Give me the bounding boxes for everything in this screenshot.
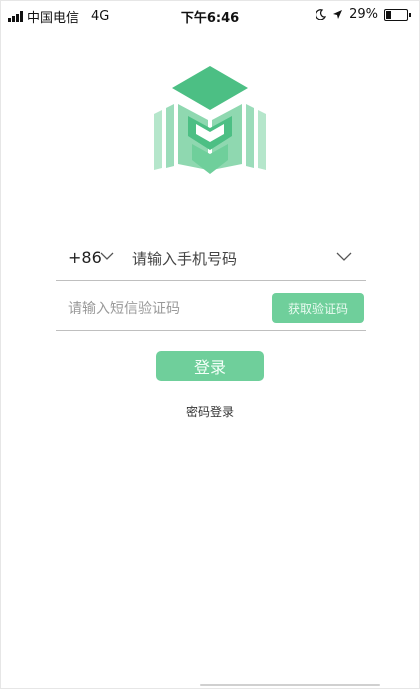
code-row: 获取验证码 xyxy=(56,287,366,331)
battery-fill xyxy=(386,10,391,19)
status-right: 29% xyxy=(316,7,411,22)
home-indicator xyxy=(200,684,380,686)
login-button[interactable]: 登录 xyxy=(156,351,264,381)
location-icon xyxy=(333,10,343,19)
phone-row: +86 xyxy=(56,240,366,281)
battery-icon xyxy=(384,8,411,21)
battery-percent: 29% xyxy=(349,7,378,22)
chevron-down-icon[interactable] xyxy=(100,252,114,260)
country-code[interactable]: +86 xyxy=(68,248,102,267)
get-code-button[interactable]: 获取验证码 xyxy=(272,293,364,323)
verification-code-input[interactable] xyxy=(66,297,260,321)
status-bar: 中国电信 4G 下午6:46 29% xyxy=(0,0,420,28)
graduation-book-logo xyxy=(154,66,266,174)
moon-icon xyxy=(316,9,327,20)
phone-input[interactable] xyxy=(130,246,324,272)
password-login-link[interactable]: 密码登录 xyxy=(0,403,420,420)
dropdown-chevron-icon[interactable] xyxy=(336,252,352,261)
